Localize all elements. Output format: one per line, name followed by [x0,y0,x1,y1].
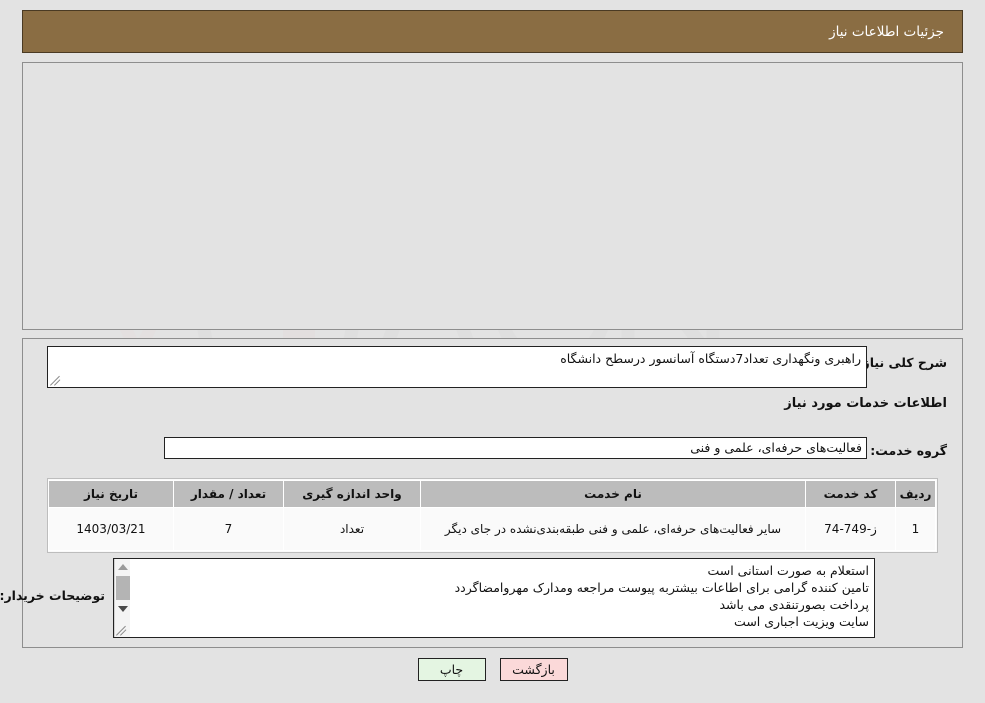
th-row-no: ردیف [895,480,936,508]
notes-resize-grip-icon[interactable] [116,623,129,636]
action-button-bar: بازگشت چاپ [0,658,985,681]
chevron-down-icon [118,606,128,612]
cell-need-date: 1403/03/21 [48,507,174,551]
th-service-code: کد خدمت [805,480,896,508]
cell-quantity: 7 [173,507,284,551]
resize-grip-icon[interactable] [50,373,63,386]
need-description-label: شرح کلی نیاز: [857,355,947,370]
need-description-value: راهبری ونگهداری تعداد7دستگاه آسانسور درس… [560,351,861,366]
table-header-row: ردیف کد خدمت نام خدمت واحد اندازه گیری ت… [48,480,936,508]
page-title: جزئیات اطلاعات نیاز [829,23,944,40]
th-need-date: تاریخ نیاز [48,480,174,508]
buyer-notes-textarea[interactable]: استعلام به صورت استانی است تامین کننده گ… [113,558,875,638]
th-service-name: نام خدمت [420,480,806,508]
services-table-wrapper: ردیف کد خدمت نام خدمت واحد اندازه گیری ت… [47,478,938,553]
services-section-title: اطلاعات خدمات مورد نیاز [784,396,947,411]
print-button[interactable]: چاپ [417,658,486,681]
back-button[interactable]: بازگشت [499,658,568,681]
need-description-textarea[interactable]: راهبری ونگهداری تعداد7دستگاه آسانسور درس… [47,346,867,388]
services-table: ردیف کد خدمت نام خدمت واحد اندازه گیری ت… [48,480,936,551]
service-group-label: گروه خدمت: [870,443,947,458]
cell-row-no: 1 [895,507,936,551]
scrollbar-thumb[interactable] [116,576,130,600]
cell-service-name: سایر فعالیت‌های حرفه‌ای، علمی و فنی طبقه… [420,507,806,551]
service-group-value: فعالیت‌های حرفه‌ای، علمی و فنی [164,437,867,459]
chevron-up-icon [118,564,128,570]
th-unit: واحد اندازه گیری [283,480,421,508]
scroll-down-button[interactable] [115,601,131,617]
cell-service-code: ز-749-74 [805,507,896,551]
buyer-notes-label: توضیحات خریدار: [0,588,105,603]
cell-unit: تعداد [283,507,421,551]
page-header: جزئیات اطلاعات نیاز [22,10,963,53]
table-row: 1 ز-749-74 سایر فعالیت‌های حرفه‌ای، علمی… [48,507,936,551]
th-quantity: تعداد / مقدار [173,480,284,508]
need-summary-panel [22,62,963,330]
scroll-up-button[interactable] [115,559,131,575]
buyer-notes-value: استعلام به صورت استانی است تامین کننده گ… [454,563,869,629]
